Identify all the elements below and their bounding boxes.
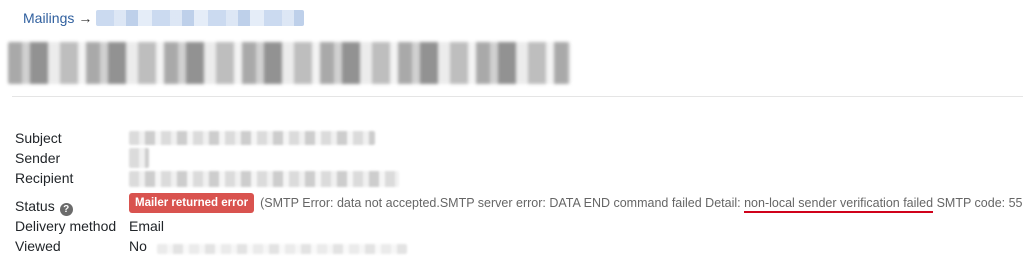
- status-detail-suffix: SMTP code: 550): [936, 196, 1023, 210]
- status-detail-prefix: (SMTP Error: data not accepted.SMTP serv…: [260, 196, 745, 210]
- viewed-value-text: No: [129, 238, 147, 254]
- status-value: Mailer returned error (SMTP Error: data …: [129, 193, 1023, 213]
- header-divider: [12, 96, 1023, 97]
- delivery-method-label: Delivery method: [15, 218, 117, 234]
- status-detail: (SMTP Error: data not accepted.SMTP serv…: [260, 194, 1023, 213]
- breadcrumb-current-redacted: [96, 10, 304, 26]
- subject-value-redacted: [129, 131, 375, 145]
- sender-value: [129, 148, 149, 168]
- breadcrumb-separator: →: [78, 10, 93, 26]
- breadcrumb-link-mailings[interactable]: Mailings: [23, 10, 74, 26]
- sender-label: Sender: [15, 150, 61, 166]
- delivery-method-value: Email: [129, 218, 165, 234]
- status-detail-highlight: non-local sender verification failed: [744, 196, 934, 213]
- question-circle-icon[interactable]: ?: [59, 203, 73, 216]
- recipient-value: [129, 169, 399, 187]
- page-title-redacted: [8, 42, 570, 84]
- viewed-label: Viewed: [15, 238, 61, 254]
- viewed-value: No: [129, 237, 407, 255]
- recipient-value-redacted: [129, 171, 399, 187]
- recipient-label: Recipient: [15, 170, 74, 186]
- sender-value-redacted: [129, 148, 149, 168]
- viewed-extra-redacted: [156, 244, 407, 254]
- status-badge: Mailer returned error: [129, 193, 255, 213]
- breadcrumb: Mailings →: [23, 10, 92, 26]
- subject-label: Subject: [15, 130, 62, 146]
- status-label: Status: [15, 198, 55, 214]
- status-label-wrap: Status?: [15, 197, 73, 216]
- subject-value: [129, 129, 375, 145]
